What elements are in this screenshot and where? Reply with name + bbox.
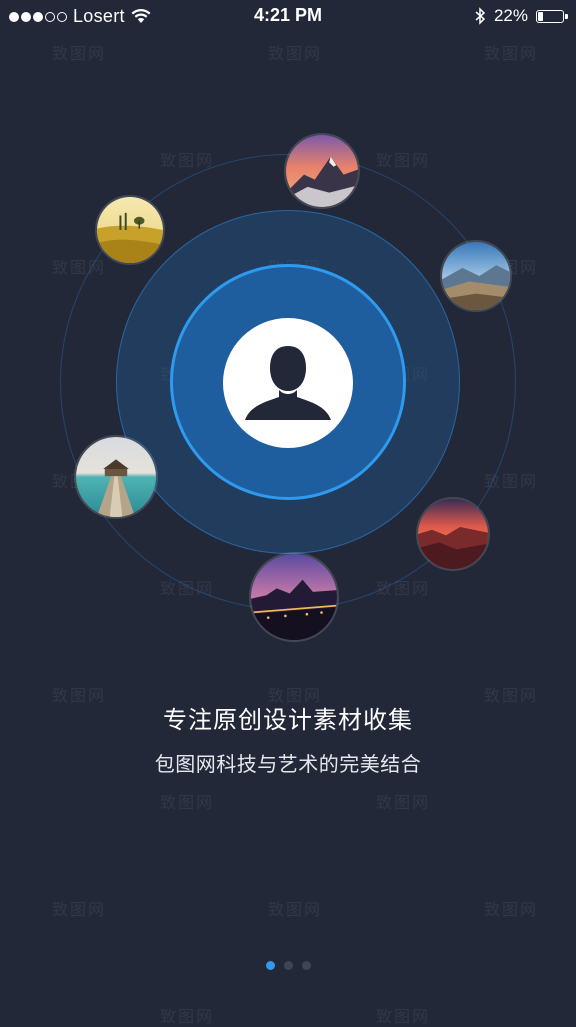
watermark: 致图网 (52, 46, 107, 63)
watermark: 致图网 (376, 1009, 431, 1026)
watermark: 致图网 (160, 1009, 215, 1026)
page-dot[interactable] (265, 961, 275, 970)
photo-wheat-field[interactable] (95, 195, 165, 265)
watermark: 致图网 (160, 795, 215, 812)
status-right: 22% (475, 6, 568, 26)
photo-city-night[interactable] (249, 552, 339, 642)
user-avatar[interactable] (223, 318, 353, 448)
watermark: 致图网 (268, 46, 323, 63)
watermark: 致图网 (376, 153, 431, 170)
watermark: 致图网 (376, 795, 431, 812)
watermark: 致图网 (160, 153, 215, 170)
watermark: 致图网 (484, 46, 539, 63)
page-dot[interactable] (301, 961, 311, 970)
watermark: 致图网 (268, 902, 323, 919)
user-silhouette-icon (245, 346, 331, 420)
photo-mountain-sunset[interactable] (284, 133, 360, 209)
page-indicator (0, 961, 576, 970)
watermark: 致图网 (484, 902, 539, 919)
battery-percent: 22% (493, 6, 528, 25)
photo-sea-pier[interactable] (74, 435, 158, 519)
battery-icon (536, 9, 568, 23)
page-dot[interactable] (283, 961, 293, 970)
photo-valley-sunrays[interactable] (440, 240, 512, 312)
watermark: 致图网 (52, 902, 107, 919)
photo-canyon-sunset[interactable] (416, 497, 490, 571)
onboarding-subtitle: 包图网科技与艺术的完美结合 (154, 754, 422, 776)
bluetooth-icon (475, 7, 486, 25)
status-bar: Losert 4:21 PM 22% (0, 0, 576, 34)
onboarding-title: 专注原创设计素材收集 (163, 707, 413, 734)
